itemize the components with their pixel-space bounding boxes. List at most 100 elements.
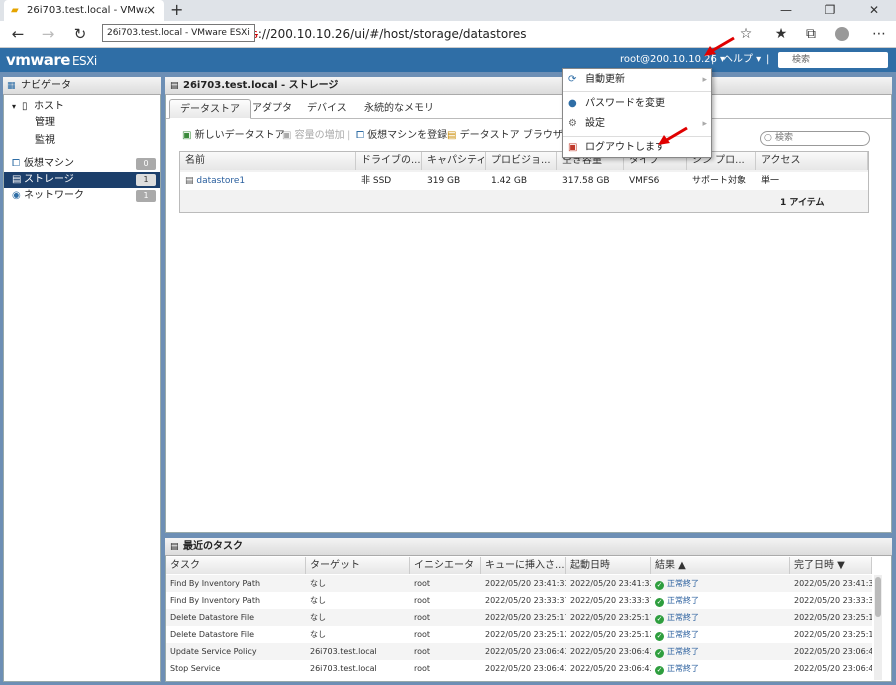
recent-tasks-title: 最近のタスク xyxy=(165,538,892,556)
task-queued: 2022/05/20 23:41:33 xyxy=(481,575,566,592)
task-started: 2022/05/20 23:25:12 xyxy=(566,626,651,643)
user-key-icon: ● xyxy=(568,98,577,109)
nav-item-host[interactable]: ▾ ▯ ホスト xyxy=(4,99,160,115)
task-col-task[interactable]: タスク xyxy=(166,557,306,574)
header-divider: | xyxy=(766,54,770,65)
cell-provisioned: 1.42 GB xyxy=(486,172,557,190)
esxi-header xyxy=(0,48,896,72)
task-queued: 2022/05/20 23:06:43 xyxy=(481,643,566,660)
favorites-icon[interactable]: ★ xyxy=(770,21,792,48)
task-started: 2022/05/20 23:33:37 xyxy=(566,592,651,609)
register-vm-button[interactable]: ⧠ 仮想マシンを登録 xyxy=(356,128,447,144)
browser-tab[interactable]: ▰ 26i703.test.local - VMware ESXi × xyxy=(4,0,164,21)
task-initiator: root xyxy=(410,660,481,677)
vm-icon: ⧠ xyxy=(12,158,20,169)
register-vm-icon: ⧠ xyxy=(356,130,364,141)
increase-capacity-icon: ▣ xyxy=(282,130,292,141)
menu-change-password[interactable]: ● パスワードを変更 xyxy=(563,94,711,114)
new-tab-icon[interactable]: + xyxy=(170,0,183,20)
task-queued: 2022/05/20 23:06:43 xyxy=(481,660,566,677)
storage-icon: ▤ xyxy=(12,174,22,185)
nav-item-network[interactable]: ◉ ネットワーク 1 xyxy=(4,188,160,204)
header-search-input[interactable]: 検索 xyxy=(778,52,888,68)
task-name: Stop Service xyxy=(166,660,306,677)
host-icon: ▤ xyxy=(170,81,179,91)
close-tab-icon[interactable]: × xyxy=(146,3,156,17)
gear-icon: ⚙ xyxy=(568,118,577,129)
forward-icon[interactable]: → xyxy=(36,21,60,48)
new-datastore-icon: ▣ xyxy=(182,130,192,141)
col-access[interactable]: アクセス xyxy=(756,152,868,170)
vmware-favicon-icon: ▰ xyxy=(11,4,19,16)
logout-icon: ▣ xyxy=(568,142,578,153)
minimize-icon[interactable]: — xyxy=(764,0,808,20)
success-icon: ✓ xyxy=(655,649,664,658)
success-icon: ✓ xyxy=(655,615,664,624)
task-col-queued[interactable]: キューに挿入さ... xyxy=(481,557,566,574)
task-queued: 2022/05/20 23:25:12 xyxy=(481,626,566,643)
nav-item-monitor[interactable]: 監視 xyxy=(4,133,160,149)
tasks-scrollbar[interactable] xyxy=(874,575,882,680)
task-col-started[interactable]: 起動日時 xyxy=(566,557,651,574)
datastore-search-input[interactable]: ○ 検索 xyxy=(760,131,870,146)
task-result: ✓ 正常終了 xyxy=(651,575,790,592)
cell-capacity: 319 GB xyxy=(422,172,486,190)
task-result: ✓ 正常終了 xyxy=(651,660,790,677)
navigator-header: ナビゲータ xyxy=(3,77,161,95)
close-window-icon[interactable]: ✕ xyxy=(852,0,896,20)
task-target: なし xyxy=(306,592,410,609)
task-col-result[interactable]: 結果 ▲ xyxy=(651,557,790,574)
tasks-icon: ▤ xyxy=(170,542,179,552)
task-result: ✓ 正常終了 xyxy=(651,626,790,643)
datastore-browser-button[interactable]: ▤ データストア ブラウザ xyxy=(447,128,563,144)
task-started: 2022/05/20 23:25:17 xyxy=(566,609,651,626)
collections-icon[interactable]: ⧉ xyxy=(800,21,822,48)
tab-devices[interactable]: デバイス xyxy=(297,99,357,119)
item-count: 1 アイテム xyxy=(780,198,825,208)
navigator-icon: ▦ xyxy=(7,81,16,91)
tab-persistent-memory[interactable]: 永続的なメモリ xyxy=(354,99,444,119)
task-completed: 2022/05/20 23:06:43 xyxy=(790,660,872,677)
task-initiator: root xyxy=(410,626,481,643)
tab-adapters[interactable]: アダプタ xyxy=(242,99,302,119)
restore-icon[interactable]: ❐ xyxy=(808,0,852,20)
task-col-initiator[interactable]: イニシエータ xyxy=(410,557,481,574)
browser-tab-title: 26i703.test.local - VMware ESXi xyxy=(27,5,147,16)
col-drive-type[interactable]: ドライブの... xyxy=(356,152,422,170)
task-target: なし xyxy=(306,626,410,643)
task-initiator: root xyxy=(410,609,481,626)
more-menu-icon[interactable]: ⋯ xyxy=(868,21,890,48)
success-icon: ✓ xyxy=(655,581,664,590)
nav-item-storage[interactable]: ▤ ストレージ 1 xyxy=(4,172,160,188)
url-field[interactable]: https://200.10.10.26/ui/#/host/storage/d… xyxy=(227,21,527,48)
task-target: なし xyxy=(306,609,410,626)
col-name[interactable]: 名前 xyxy=(180,152,356,170)
profile-avatar[interactable] xyxy=(835,27,849,41)
cell-type: VMFS6 xyxy=(624,172,687,190)
datastore-browser-icon: ▤ xyxy=(447,130,457,141)
new-datastore-button[interactable]: ▣ 新しいデータストア xyxy=(182,128,285,144)
datastore-name-cell[interactable]: ▤ datastore1 xyxy=(180,172,356,190)
nav-item-manage[interactable]: 管理 xyxy=(4,115,160,131)
task-result: ✓ 正常終了 xyxy=(651,609,790,626)
menu-auto-refresh[interactable]: ⟳ 自動更新 ▸ xyxy=(563,70,711,90)
col-capacity[interactable]: キャパシティ xyxy=(422,152,486,170)
task-completed: 2022/05/20 23:25:17 xyxy=(790,609,872,626)
task-target: 26i703.test.local xyxy=(306,660,410,677)
col-provisioned[interactable]: プロビジョ... xyxy=(486,152,557,170)
menu-separator xyxy=(563,91,711,92)
task-name: Delete Datastore File xyxy=(166,609,306,626)
task-target: 26i703.test.local xyxy=(306,643,410,660)
task-result: ✓ 正常終了 xyxy=(651,643,790,660)
task-col-completed[interactable]: 完了日時 ▼ xyxy=(790,557,872,574)
task-initiator: root xyxy=(410,643,481,660)
increase-capacity-button[interactable]: ▣ 容量の増加 xyxy=(282,128,345,144)
task-col-target[interactable]: ターゲット xyxy=(306,557,410,574)
task-name: Find By Inventory Path xyxy=(166,592,306,609)
back-icon[interactable]: ← xyxy=(6,21,30,48)
nav-item-vms[interactable]: ⧠ 仮想マシン 0 xyxy=(4,156,160,172)
network-icon: ◉ xyxy=(12,190,21,201)
reload-icon[interactable]: ↻ xyxy=(68,21,92,48)
task-completed: 2022/05/20 23:33:37 xyxy=(790,592,872,609)
tab-datastores[interactable]: データストア xyxy=(169,99,251,119)
